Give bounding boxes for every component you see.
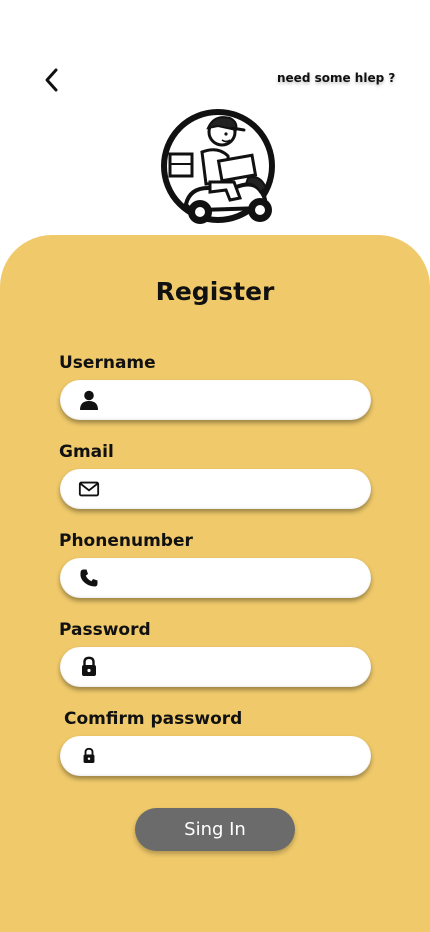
mail-icon [78,478,100,500]
password-input[interactable] [108,646,357,688]
phonenumber-label: Phonenumber [59,531,193,551]
lock-icon [78,656,100,678]
phonenumber-input[interactable] [108,557,357,599]
chevron-left-icon [45,68,58,92]
password-field-container[interactable] [60,646,371,688]
user-icon [78,389,100,411]
gmail-label: Gmail [59,442,114,462]
confirm-password-input[interactable] [108,735,357,777]
sign-in-button[interactable]: Sing In [135,808,295,851]
back-button[interactable] [38,66,66,94]
username-field-container[interactable] [60,379,371,421]
phonenumber-field-container[interactable] [60,557,371,599]
page-title: Register [155,277,275,306]
confirm-password-label: Comfirm password [64,709,243,729]
help-link[interactable]: need some hlep ? [277,71,395,85]
username-input[interactable] [108,379,357,421]
gmail-input[interactable] [108,468,357,510]
phone-icon [78,567,100,589]
gmail-field-container[interactable] [60,468,371,510]
password-label: Password [59,620,151,640]
confirm-password-field-container[interactable] [60,735,371,777]
username-label: Username [59,353,156,373]
register-screen: need some hlep ? Register Username Gmail… [0,0,430,932]
lock-icon [78,745,100,767]
delivery-scooter-logo [156,108,282,232]
